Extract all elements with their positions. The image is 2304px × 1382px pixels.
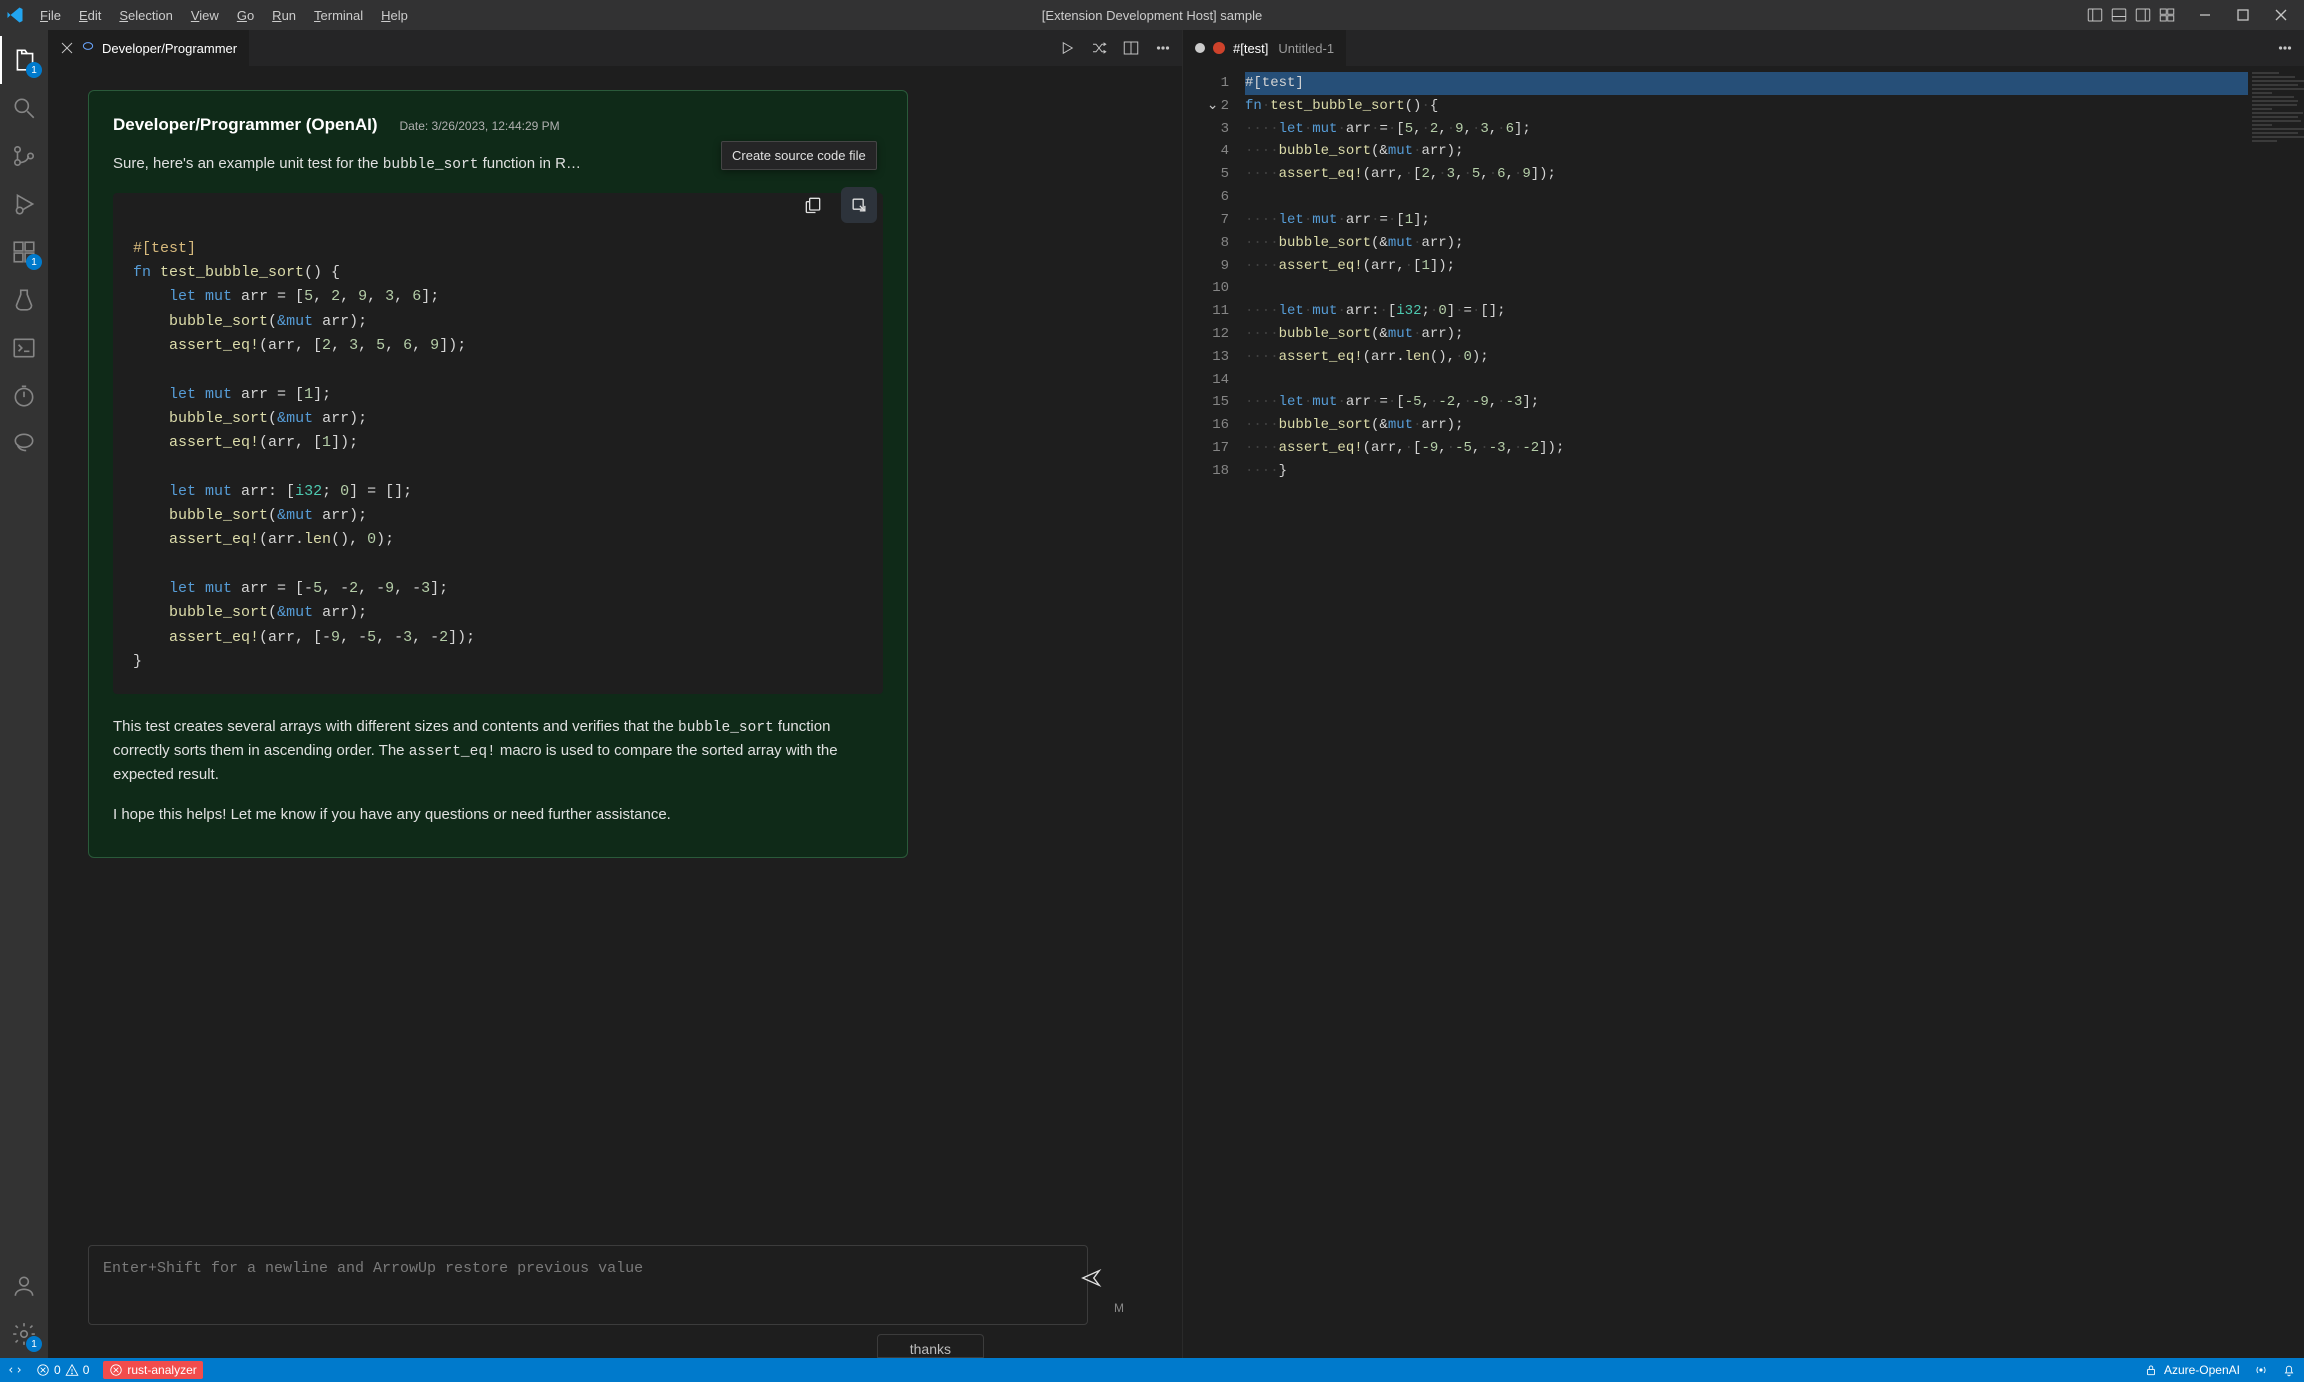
error-icon	[36, 1363, 50, 1377]
bell-icon[interactable]	[2282, 1363, 2296, 1377]
status-azure-openai[interactable]: Azure-OpenAI	[2144, 1363, 2240, 1377]
activity-accounts[interactable]	[0, 1262, 48, 1310]
play-icon[interactable]	[1058, 39, 1076, 57]
send-button[interactable]	[1080, 1267, 1102, 1292]
menu-go[interactable]: Go	[229, 6, 262, 25]
menu-run[interactable]: Run	[264, 6, 304, 25]
activity-openai[interactable]	[0, 420, 48, 468]
menu-help[interactable]: Help	[373, 6, 416, 25]
layout-grid-icon[interactable]	[2158, 6, 2176, 24]
minimap[interactable]	[2248, 66, 2304, 1358]
broadcast-icon[interactable]	[2254, 1363, 2268, 1377]
activitybar: 1 1 1	[0, 30, 48, 1358]
code-editor[interactable]: #[test] fn·test_bubble_sort()·{ ····let·…	[1245, 66, 2248, 1358]
chat-input-wrap: M thanks	[48, 1245, 1182, 1358]
activity-explorer[interactable]: 1	[0, 36, 48, 84]
hint-m: M	[1114, 1301, 1124, 1315]
menu-terminal[interactable]: Terminal	[306, 6, 371, 25]
right-tabs: #[test] Untitled-1	[1183, 30, 2304, 66]
right-editor-group: #[test] Untitled-1 1⌄2345678910111213141…	[1183, 30, 2304, 1358]
copy-code-button[interactable]	[795, 187, 831, 223]
more-icon[interactable]	[2276, 39, 2294, 57]
create-file-button[interactable]	[841, 187, 877, 223]
vscode-logo-icon	[6, 6, 24, 24]
x-circle-icon	[109, 1363, 123, 1377]
minimize-icon[interactable]	[2198, 8, 2212, 22]
openai-icon	[80, 40, 96, 56]
window-title: [Extension Development Host] sample	[1042, 8, 1262, 23]
menu-view[interactable]: View	[183, 6, 227, 25]
code-block[interactable]: #[test] fn test_bubble_sort() { let mut …	[113, 193, 883, 694]
float-thanks: thanks	[877, 1334, 984, 1358]
activity-search[interactable]	[0, 84, 48, 132]
menu-edit[interactable]: Edit	[71, 6, 109, 25]
split-editor-icon[interactable]	[1122, 39, 1140, 57]
left-editor-group: Developer/Programmer Developer/Programme…	[48, 30, 1183, 1358]
tab-label: Developer/Programmer	[102, 41, 237, 56]
activity-run[interactable]	[0, 180, 48, 228]
chat-outro-1: This test creates several arrays with di…	[113, 716, 883, 786]
close-icon[interactable]	[2274, 8, 2288, 22]
line-gutter: 1⌄23456789101112131415161718	[1183, 66, 1245, 1358]
rust-analyzer-chip[interactable]: rust-analyzer	[103, 1361, 202, 1379]
activity-settings[interactable]: 1	[0, 1310, 48, 1358]
tab-untitled-test[interactable]: #[test] Untitled-1	[1183, 30, 1347, 66]
code-block-wrap: Create source code file #[test] fn test_…	[113, 193, 883, 694]
tooltip-create-source: Create source code file	[721, 141, 877, 170]
statusbar: 0 0 rust-analyzer Azure-OpenAI	[0, 1358, 2304, 1382]
unsaved-dot-icon	[1195, 43, 1205, 53]
activity-extensions[interactable]: 1	[0, 228, 48, 276]
left-tabs: Developer/Programmer	[48, 30, 1182, 66]
tab-desc: Untitled-1	[1278, 41, 1334, 56]
status-problems[interactable]: 0 0	[36, 1363, 89, 1377]
settings-badge: 1	[26, 1336, 42, 1352]
editor-area[interactable]: 1⌄23456789101112131415161718 #[test] fn·…	[1183, 66, 2304, 1358]
panel-bottom-icon[interactable]	[2110, 6, 2128, 24]
maximize-icon[interactable]	[2236, 8, 2250, 22]
remote-icon[interactable]	[8, 1363, 22, 1377]
activity-scm[interactable]	[0, 132, 48, 180]
activity-testing[interactable]	[0, 276, 48, 324]
activity-timer[interactable]	[0, 372, 48, 420]
chat-view: Developer/Programmer (OpenAI) Date: 3/26…	[48, 66, 1182, 1245]
extensions-badge: 1	[26, 254, 42, 270]
chat-message: Developer/Programmer (OpenAI) Date: 3/26…	[88, 90, 908, 858]
menu-file[interactable]: File	[32, 6, 69, 25]
warning-icon	[65, 1363, 79, 1377]
shuffle-icon[interactable]	[1090, 39, 1108, 57]
tab-developer-programmer[interactable]: Developer/Programmer	[48, 30, 250, 66]
explorer-badge: 1	[26, 62, 42, 78]
menubar: FileEditSelectionViewGoRunTerminalHelp	[32, 6, 416, 25]
panel-left-icon[interactable]	[2086, 6, 2104, 24]
chat-date: Date: 3/26/2023, 12:44:29 PM	[400, 119, 560, 133]
panel-right-icon[interactable]	[2134, 6, 2152, 24]
titlebar: FileEditSelectionViewGoRunTerminalHelp […	[0, 0, 2304, 30]
tab-close-icon[interactable]	[60, 41, 74, 55]
lock-icon	[2144, 1363, 2158, 1377]
tab-label: #[test]	[1233, 41, 1268, 56]
rust-file-icon	[1211, 40, 1227, 56]
activity-terminal[interactable]	[0, 324, 48, 372]
menu-selection[interactable]: Selection	[111, 6, 180, 25]
more-icon[interactable]	[1154, 39, 1172, 57]
chat-outro-2: I hope this helps! Let me know if you ha…	[113, 804, 883, 827]
chat-title: Developer/Programmer (OpenAI)	[113, 115, 378, 135]
chat-input[interactable]	[88, 1245, 1088, 1325]
